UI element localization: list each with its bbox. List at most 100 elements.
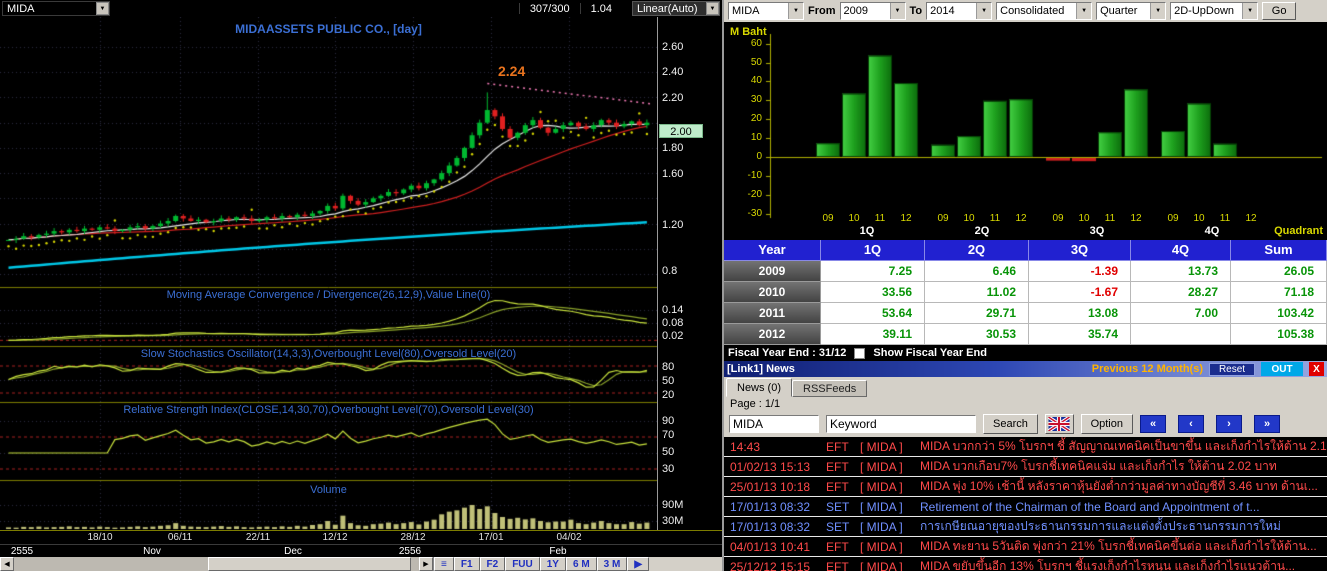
earnings-chart-area[interactable]: M Baht Quadrant 60 50 40 30 20 10 0 -10 -20 -30 09… bbox=[724, 22, 1327, 240]
bar-year-label: 11 bbox=[1104, 213, 1116, 224]
search-button[interactable]: Search bbox=[983, 414, 1038, 434]
chevron-down-icon[interactable]: ▼ bbox=[889, 3, 905, 19]
option-button[interactable]: Option bbox=[1080, 414, 1133, 434]
divider bbox=[579, 3, 581, 14]
topbar-status: 307/300 1.04 Linear(Auto) ▼ bbox=[518, 1, 722, 16]
news-item-datetime: 25/12/12 15:15 bbox=[730, 559, 811, 571]
toolbar-button-5[interactable]: 6 M bbox=[565, 557, 597, 571]
news-item-headline: MIDA ขยับขึ้นอีก 13% โบรกฯ ชี้แรงเก็งกำไ… bbox=[920, 559, 1296, 571]
table-header-cell: 1Q bbox=[821, 240, 925, 261]
indicator-axis-label: 50 bbox=[662, 375, 675, 387]
scrollbar-thumb[interactable] bbox=[208, 557, 411, 571]
consolidated-value: Consolidated bbox=[1000, 5, 1065, 17]
news-item[interactable]: 17/01/13 08:32 SET [ MIDA ] Retirement of t… bbox=[724, 497, 1327, 517]
news-item-source: EFT bbox=[826, 459, 849, 474]
quarter-group-label: 1Q bbox=[859, 225, 875, 237]
symbol-combobox[interactable]: MIDA ▼ bbox=[728, 2, 804, 20]
news-item-headline: MIDA พุ่ง 10% เช้านี้ หลังราคาหุ้นยังต่ำ… bbox=[920, 479, 1318, 493]
toolbar-button-6[interactable]: 3 M bbox=[596, 557, 628, 571]
toolbar-button-2[interactable]: F2 bbox=[479, 557, 506, 571]
indicator-axis-label: 0.08 bbox=[662, 317, 684, 329]
scale-mode-selector[interactable]: Linear(Auto) ▼ bbox=[632, 1, 720, 16]
tab-rssfeeds[interactable]: RSSFeeds bbox=[792, 380, 868, 397]
news-item[interactable]: 04/01/13 10:41 EFT [ MIDA ] MIDA ทะยาน 5วัน… bbox=[724, 537, 1327, 557]
table-value-cell: 33.56 bbox=[821, 282, 925, 303]
reset-button[interactable]: Reset bbox=[1209, 362, 1255, 376]
table-value-cell: 39.11 bbox=[821, 324, 925, 345]
news-item[interactable]: 25/12/12 15:15 EFT [ MIDA ] MIDA ขยับขึ้นอี… bbox=[724, 557, 1327, 571]
language-flag-icon[interactable] bbox=[1044, 414, 1074, 434]
news-window-title: [Link1] News bbox=[727, 363, 795, 375]
date-tick-label: 12/12 bbox=[322, 532, 348, 543]
news-item[interactable]: 01/02/13 15:13 EFT [ MIDA ] MIDA บวกเกือบ7%… bbox=[724, 457, 1327, 477]
price-chart-area[interactable]: MIDAASSETS PUBLIC CO., [day] Moving Aver… bbox=[0, 17, 722, 530]
toolbar-button-7[interactable]: ▶ bbox=[627, 557, 650, 571]
chart-style-value: 2D-UpDown bbox=[1174, 5, 1235, 17]
chart-h-scrollbar[interactable]: ◀ ▶ bbox=[0, 557, 434, 571]
scrollbar-track[interactable] bbox=[14, 557, 419, 571]
chart-style-combobox[interactable]: 2D-UpDown ▼ bbox=[1170, 2, 1259, 20]
tab-news[interactable]: News (0) bbox=[726, 378, 793, 397]
month-tick-label: Nov bbox=[143, 546, 161, 557]
table-year-cell[interactable]: 2012 bbox=[724, 324, 821, 345]
consolidated-combobox[interactable]: Consolidated ▼ bbox=[996, 2, 1093, 20]
table-value-cell bbox=[1131, 324, 1231, 345]
bar-y-tick: -10 bbox=[747, 169, 762, 181]
table-value-cell: 11.02 bbox=[925, 282, 1029, 303]
table-year-cell[interactable]: 2010 bbox=[724, 282, 821, 303]
toolbar-button-4[interactable]: 1Y bbox=[539, 557, 566, 571]
stochastics-panel-title: Slow Stochastics Oscillator(14,3,3),Over… bbox=[140, 348, 517, 360]
period-value: Quarter bbox=[1100, 5, 1138, 17]
news-nav-buttons: « ‹ › » bbox=[1140, 415, 1280, 433]
first-page-button[interactable]: « bbox=[1140, 415, 1166, 433]
fiscal-show-label: Show Fiscal Year End bbox=[873, 347, 987, 359]
scroll-right-icon[interactable]: ▶ bbox=[419, 557, 433, 571]
out-button[interactable]: OUT bbox=[1261, 362, 1303, 376]
news-item[interactable]: 14:43 EFT [ MIDA ] MIDA บวกกว่า 5% โบรกฯ ชี… bbox=[724, 437, 1327, 457]
from-year-combobox[interactable]: 2009 ▼ bbox=[839, 2, 906, 20]
chevron-down-icon[interactable]: ▼ bbox=[1076, 3, 1092, 19]
chevron-down-icon[interactable]: ▼ bbox=[96, 2, 109, 15]
next-page-button[interactable]: › bbox=[1216, 415, 1242, 433]
prev-page-button[interactable]: ‹ bbox=[1178, 415, 1204, 433]
chevron-down-icon[interactable]: ▼ bbox=[976, 3, 992, 19]
go-button[interactable]: Go bbox=[1262, 2, 1297, 20]
chevron-down-icon[interactable]: ▼ bbox=[1150, 3, 1166, 19]
toolbar-button-1[interactable]: F1 bbox=[453, 557, 480, 571]
chevron-down-icon[interactable]: ▼ bbox=[788, 3, 803, 19]
chevron-down-icon[interactable]: ▼ bbox=[706, 2, 719, 15]
news-item-symbol: [ MIDA ] bbox=[860, 499, 903, 514]
fiscal-checkbox[interactable] bbox=[854, 347, 866, 359]
scroll-left-icon[interactable]: ◀ bbox=[0, 557, 14, 571]
news-item-datetime: 04/01/13 10:41 bbox=[730, 539, 811, 554]
close-icon[interactable]: X bbox=[1309, 362, 1324, 376]
symbol-input[interactable] bbox=[729, 415, 819, 433]
bar-y-tick: 30 bbox=[750, 94, 762, 106]
indicator-axis-label: 0.02 bbox=[662, 330, 684, 342]
toolbar-button-3[interactable]: FUU bbox=[505, 557, 540, 571]
news-item[interactable]: 17/01/13 08:32 SET [ MIDA ] การเกษียณอายุขอ… bbox=[724, 517, 1327, 537]
to-year-combobox[interactable]: 2014 ▼ bbox=[926, 2, 993, 20]
keyword-input[interactable] bbox=[826, 415, 976, 433]
last-page-button[interactable]: » bbox=[1254, 415, 1280, 433]
news-item[interactable]: 25/01/13 10:18 EFT [ MIDA ] MIDA พุ่ง 10% เ… bbox=[724, 477, 1327, 497]
news-item-datetime: 14:43 bbox=[730, 439, 761, 454]
news-item-symbol: [ MIDA ] bbox=[860, 459, 903, 474]
news-item-source: EFT bbox=[826, 439, 849, 454]
y-axis-unit-label: M Baht bbox=[730, 26, 767, 38]
earnings-bar-canvas[interactable] bbox=[724, 22, 1327, 240]
bar-y-tick: -30 bbox=[747, 207, 762, 219]
indicator-axis-label: 90 bbox=[662, 415, 675, 427]
symbol-selector[interactable]: MIDA ▼ bbox=[2, 1, 110, 16]
price-chart-canvas[interactable] bbox=[0, 17, 657, 530]
table-year-cell[interactable]: 2009 bbox=[724, 261, 821, 282]
news-titlebar[interactable]: [Link1] News Previous 12 Month(s) Reset … bbox=[724, 361, 1327, 377]
stock-analysis-app: MIDA ▼ 307/300 1.04 Linear(Auto) ▼ MIDAA… bbox=[0, 0, 1327, 571]
divider bbox=[518, 3, 520, 14]
period-combobox[interactable]: Quarter ▼ bbox=[1096, 2, 1167, 20]
news-item-source: EFT bbox=[826, 539, 849, 554]
table-year-cell[interactable]: 2011 bbox=[724, 303, 821, 324]
table-value-cell: 7.25 bbox=[821, 261, 925, 282]
chevron-down-icon[interactable]: ▼ bbox=[1242, 3, 1258, 19]
toolbar-button-0[interactable]: ≡ bbox=[434, 557, 454, 571]
